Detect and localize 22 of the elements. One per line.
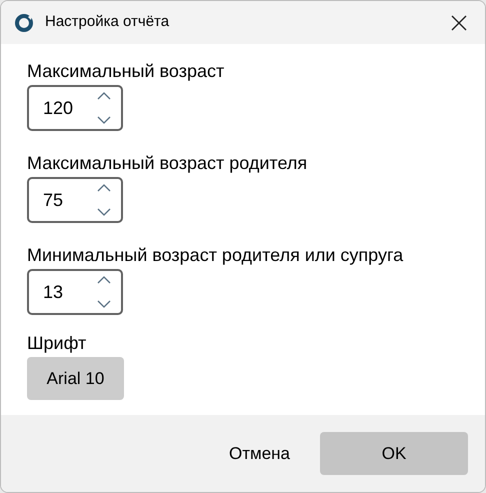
font-label: Шрифт: [27, 332, 88, 355]
cancel-button[interactable]: Отмена: [217, 432, 302, 475]
decrement-icon[interactable]: [97, 300, 111, 308]
close-icon: [451, 14, 467, 30]
spinner-value: 75: [43, 188, 64, 212]
increment-icon[interactable]: [97, 276, 111, 284]
ok-button[interactable]: OK: [320, 432, 468, 475]
spinner-value: 120: [43, 96, 74, 120]
field-label: Максимальный возраст родителя: [27, 152, 308, 175]
increment-icon[interactable]: [97, 184, 111, 192]
window-title: Настройка отчёта: [45, 12, 170, 32]
field-label: Минимальный возраст родителя или супруга: [27, 244, 404, 267]
field-label: Максимальный возраст: [27, 60, 226, 83]
number-spinner[interactable]: 120: [27, 85, 123, 131]
spinner-value: 13: [43, 280, 64, 304]
app-logo-icon: [13, 12, 35, 34]
number-spinner[interactable]: 75: [27, 177, 123, 223]
increment-icon[interactable]: [97, 92, 111, 100]
decrement-icon[interactable]: [97, 116, 111, 124]
decrement-icon[interactable]: [97, 208, 111, 216]
font-button[interactable]: Arial 10: [27, 357, 124, 400]
number-spinner[interactable]: 13: [27, 269, 123, 315]
